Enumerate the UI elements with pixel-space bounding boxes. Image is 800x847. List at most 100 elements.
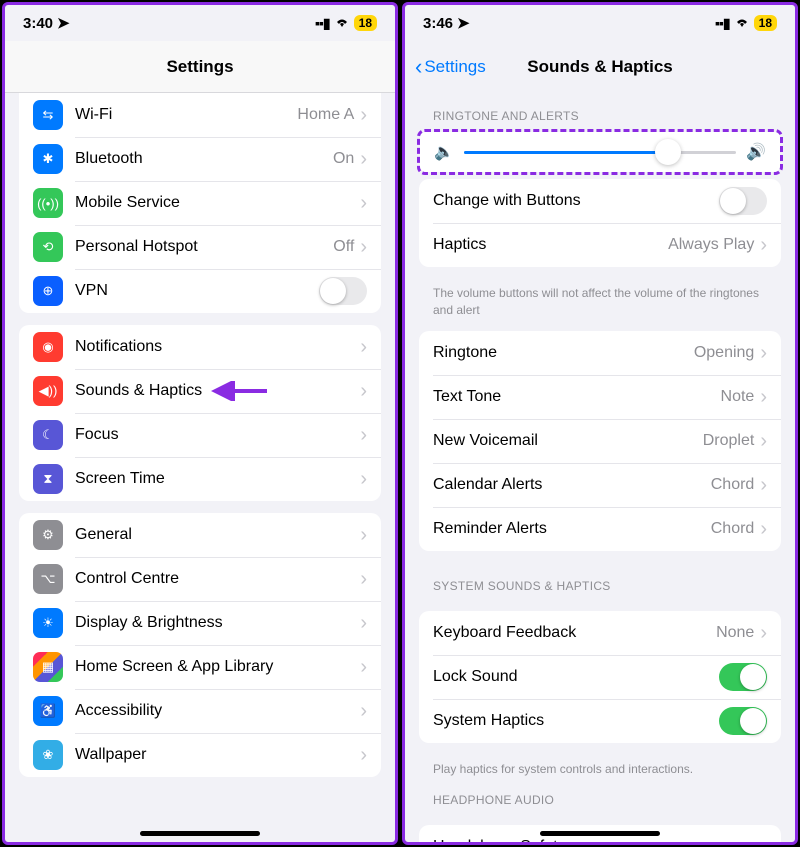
sounds-list[interactable]: RINGTONE AND ALERTS🔈🔊Change with Buttons… [405,93,795,842]
settings-row[interactable]: HapticsAlways Play › [419,223,781,267]
row-label: Display & Brightness [75,614,354,632]
settings-group: ◉Notifications›◀))Sounds & Haptics›☾Focu… [19,325,381,501]
mobile-service-icon: ((•)) [33,188,63,218]
settings-row[interactable]: ◀))Sounds & Haptics› [19,369,381,413]
settings-group: ⇆Wi-FiHome A›✱BluetoothOn›((•))Mobile Se… [19,93,381,313]
cellular-icon: ▪▪▮ [715,15,730,32]
row-label: Haptics [433,236,668,254]
volume-slider-row: 🔈🔊 [420,132,780,172]
home-indicator[interactable] [140,831,260,836]
status-time: 3:46 [423,15,453,32]
row-detail: Opening [694,344,755,362]
row-detail: Chord [711,520,755,538]
section-footer: The volume buttons will not affect the v… [405,279,795,319]
settings-row[interactable]: Keyboard FeedbackNone› [419,611,781,655]
settings-row[interactable]: Lock Sound [419,655,781,699]
settings-row[interactable]: ⟲Personal HotspotOff› [19,225,381,269]
row-label: General [75,526,354,544]
back-button[interactable]: ‹ Settings [415,56,486,78]
row-label: Notifications [75,338,354,356]
row-label: Wi-Fi [75,106,297,124]
slider-thumb[interactable] [655,139,681,165]
row-label: Calendar Alerts [433,476,711,494]
settings-row[interactable]: ✱BluetoothOn› [19,137,381,181]
settings-row[interactable]: ☀Display & Brightness› [19,601,381,645]
row-label: New Voicemail [433,432,703,450]
section-header: SYSTEM SOUNDS & HAPTICS [405,563,795,599]
toggle-switch[interactable] [719,663,767,691]
row-label: Change with Buttons [433,192,719,210]
row-label: Lock Sound [433,668,719,686]
bluetooth-icon: ✱ [33,144,63,174]
location-icon: ➤ [57,14,70,32]
toggle-switch[interactable] [319,277,367,305]
settings-row[interactable]: Change with Buttons [419,179,781,223]
settings-row[interactable]: ⊕ VPN [19,269,381,313]
row-label: Text Tone [433,388,721,406]
settings-row[interactable]: Text ToneNote› [419,375,781,419]
chevron-right-icon: › [360,105,367,125]
settings-row[interactable]: System Haptics [419,699,781,743]
settings-row[interactable]: New VoicemailDroplet› [419,419,781,463]
settings-row[interactable]: ❀Wallpaper› [19,733,381,777]
settings-row[interactable]: ((•))Mobile Service› [19,181,381,225]
speaker-low-icon: 🔈 [434,142,454,162]
toggle-switch[interactable] [719,187,767,215]
row-detail: Always Play [668,236,754,254]
navbar: ‹ Settings Sounds & Haptics [405,41,795,93]
chevron-right-icon: › [360,569,367,589]
settings-row[interactable]: ☾Focus› [19,413,381,457]
settings-row[interactable]: ⇆ Wi-FiHome A › [19,93,381,137]
battery-indicator: 18 [754,15,777,31]
chevron-left-icon: ‹ [415,56,422,78]
settings-row[interactable]: ⚙General› [19,513,381,557]
row-detail: Home A [297,106,354,124]
settings-row[interactable]: RingtoneOpening › [419,331,781,375]
settings-row[interactable]: Reminder AlertsChord› [419,507,781,551]
settings-list[interactable]: ⇆Wi-FiHome A›✱BluetoothOn›((•))Mobile Se… [5,93,395,842]
chevron-right-icon: › [760,343,767,363]
row-detail: Chord [711,476,755,494]
settings-row[interactable]: ◉Notifications› [19,325,381,369]
battery-indicator: 18 [354,15,377,31]
focus-icon: ☾ [33,420,63,450]
settings-row[interactable]: ♿Accessibility› [19,689,381,733]
display-icon: ☀ [33,608,63,638]
page-title: Settings [166,57,233,77]
row-label: Sounds & Haptics [75,382,354,400]
home-indicator[interactable] [540,831,660,836]
row-label: Bluetooth [75,150,333,168]
control-centre-icon: ⌥ [33,564,63,594]
section-header: HEADPHONE AUDIO [405,777,795,813]
settings-row[interactable]: Calendar AlertsChord› [419,463,781,507]
row-label: Ringtone [433,344,694,362]
chevron-right-icon: › [360,237,367,257]
chevron-right-icon: › [360,657,367,677]
chevron-right-icon: › [760,235,767,255]
wifi-icon: ⇆ [33,100,63,130]
toggle-switch[interactable] [719,707,767,735]
settings-row[interactable]: ⧗Screen Time› [19,457,381,501]
chevron-right-icon: › [360,381,367,401]
location-icon: ➤ [457,14,470,32]
settings-row[interactable]: ⌥Control Centre› [19,557,381,601]
wifi-status-icon [334,15,350,32]
page-title: Sounds & Haptics [527,57,672,77]
chevron-right-icon: › [760,837,767,842]
row-label: Reminder Alerts [433,520,711,538]
row-label: VPN [75,282,319,300]
status-time: 3:40 [23,15,53,32]
screentime-icon: ⧗ [33,464,63,494]
vpn-icon: ⊕ [33,276,63,306]
row-label: Personal Hotspot [75,238,333,256]
homescreen-icon: ▦ [33,652,63,682]
chevron-right-icon: › [360,193,367,213]
volume-slider[interactable] [464,151,736,154]
settings-group: RingtoneOpening›Text ToneNote›New Voicem… [419,331,781,551]
general-icon: ⚙ [33,520,63,550]
row-label: System Haptics [433,712,719,730]
row-label: Accessibility [75,702,354,720]
sounds-haptics-screen: 3:46 ➤ ▪▪▮ 18 ‹ Settings Sounds & Haptic… [402,2,798,845]
settings-row[interactable]: ▦Home Screen & App Library› [19,645,381,689]
row-label: Headphone Safety [433,838,754,842]
